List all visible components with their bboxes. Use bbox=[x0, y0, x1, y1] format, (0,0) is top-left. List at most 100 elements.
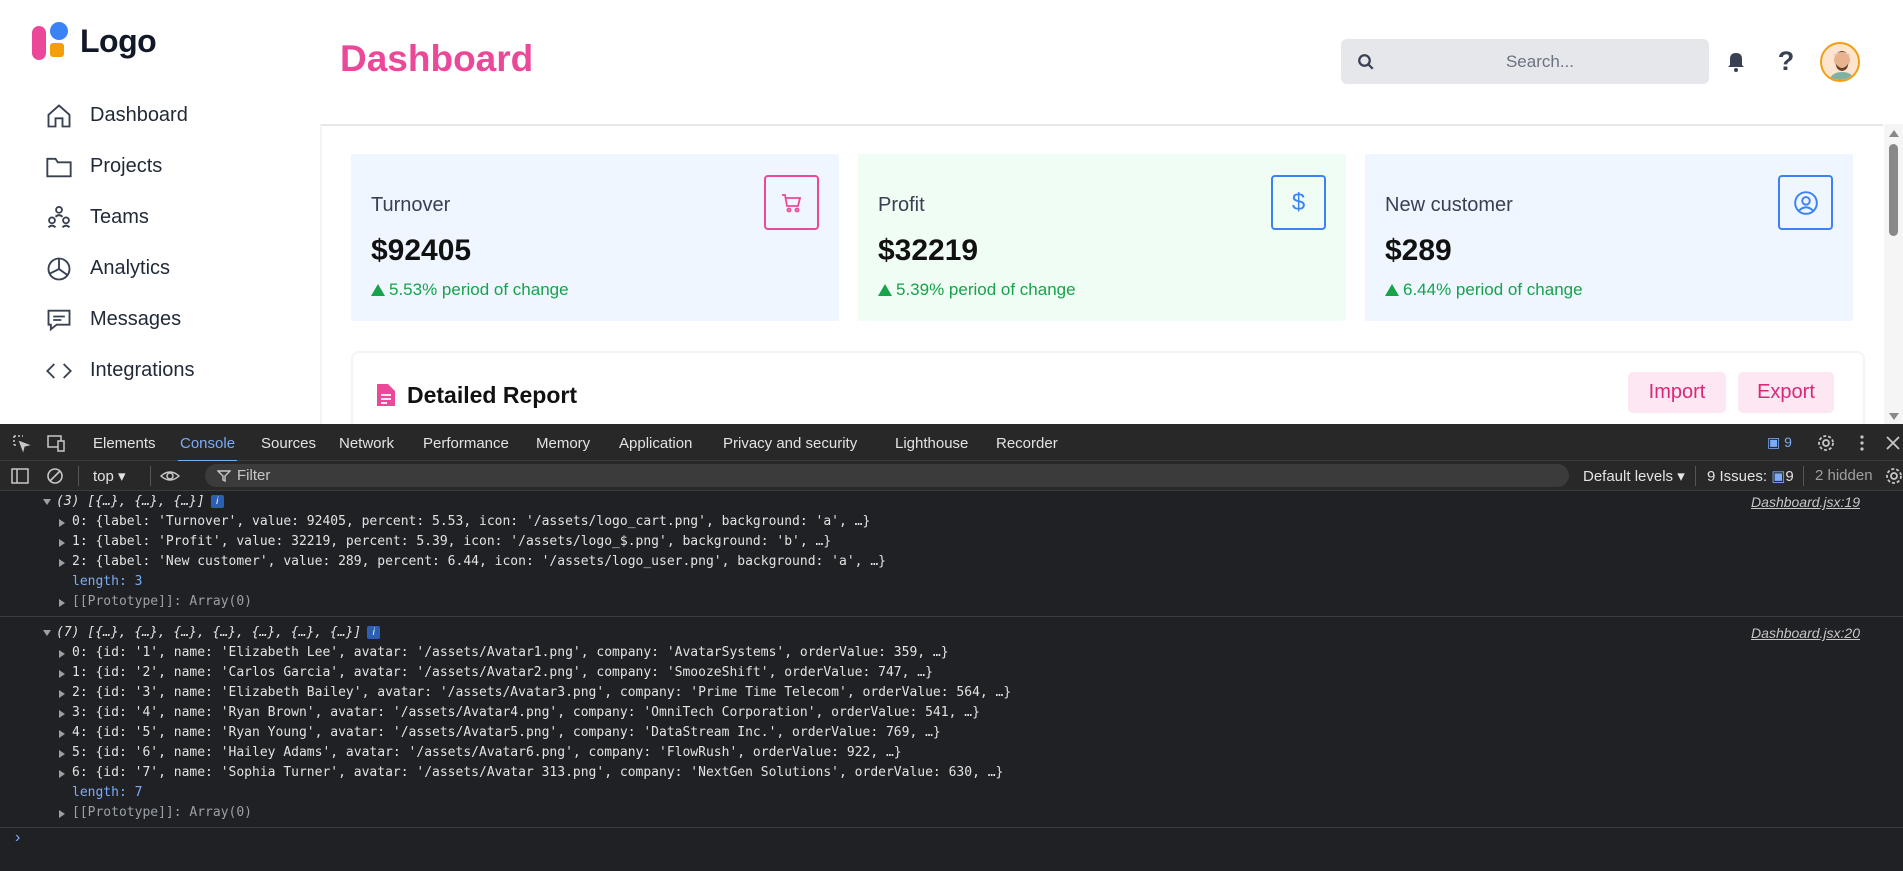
document-icon bbox=[377, 384, 395, 406]
collapse-arrow-icon[interactable] bbox=[43, 630, 51, 636]
tab-console[interactable]: Console bbox=[177, 435, 238, 462]
expand-arrow-icon[interactable] bbox=[59, 539, 65, 547]
more-options-icon[interactable] bbox=[1852, 433, 1872, 453]
close-devtools-icon[interactable] bbox=[1883, 433, 1903, 453]
source-link[interactable]: Dashboard.jsx:19 bbox=[1751, 492, 1860, 512]
sidebar-toggle-icon[interactable] bbox=[10, 466, 30, 486]
log-entry[interactable]: 6: {id: '7', name: 'Sophia Turner', avat… bbox=[0, 763, 1903, 783]
up-arrow-icon bbox=[1385, 284, 1399, 296]
log-header[interactable]: (7) [{…}, {…}, {…}, {…}, {…}, {…}, {…}] i… bbox=[0, 623, 1903, 643]
device-toolbar-icon[interactable] bbox=[46, 433, 66, 453]
issues-badge[interactable]: ▣ 9 bbox=[1767, 434, 1792, 451]
log-entry-text: 1: {id: '2', name: 'Carlos Garcia', avat… bbox=[72, 665, 933, 680]
divider bbox=[78, 466, 79, 486]
sidebar-item-analytics[interactable]: Analytics bbox=[44, 243, 195, 294]
expand-arrow-icon[interactable] bbox=[59, 559, 65, 567]
log-entry[interactable]: 2: {label: 'New customer', value: 289, p… bbox=[0, 552, 1903, 572]
stat-card-new-customer: New customer $289 6.44% period of change bbox=[1365, 154, 1853, 321]
tab-lighthouse[interactable]: Lighthouse bbox=[895, 435, 968, 452]
page-scrollbar[interactable] bbox=[1884, 124, 1903, 424]
info-icon[interactable]: i bbox=[367, 626, 381, 639]
sidebar-item-dashboard[interactable]: Dashboard bbox=[44, 90, 195, 141]
info-icon[interactable]: i bbox=[210, 495, 224, 508]
log-entry[interactable]: 4: {id: '5', name: 'Ryan Young', avatar:… bbox=[0, 723, 1903, 743]
console-settings-icon[interactable] bbox=[1884, 466, 1903, 486]
sidebar-item-label: Messages bbox=[90, 308, 182, 330]
context-selector[interactable]: top ▾ bbox=[93, 467, 126, 485]
scrollbar-thumb[interactable] bbox=[1889, 144, 1898, 236]
log-levels-dropdown[interactable]: Default levels ▾ bbox=[1583, 467, 1685, 485]
tab-sources[interactable]: Sources bbox=[261, 435, 316, 452]
log-entry-text: 3: {id: '4', name: 'Ryan Brown', avatar:… bbox=[72, 705, 980, 720]
card-change: 6.44% period of change bbox=[1385, 280, 1583, 300]
context-label: top bbox=[93, 468, 114, 485]
filter-box[interactable] bbox=[205, 464, 1569, 487]
filter-input[interactable] bbox=[237, 464, 737, 487]
inspect-element-icon[interactable] bbox=[11, 433, 31, 453]
card-label: Profit bbox=[878, 194, 925, 216]
dollar-icon: $ bbox=[1271, 175, 1326, 230]
export-button[interactable]: Export bbox=[1738, 372, 1834, 413]
settings-gear-icon[interactable] bbox=[1816, 433, 1836, 453]
console-toolbar: top ▾ Default levels ▾ 9 Issues: ▣9 2 hi… bbox=[0, 461, 1903, 491]
sidebar-item-integrations[interactable]: Integrations bbox=[44, 345, 195, 396]
log-entry-text: 0: {label: 'Turnover', value: 92405, per… bbox=[72, 514, 871, 529]
card-value: $289 bbox=[1385, 234, 1452, 267]
source-link[interactable]: Dashboard.jsx:20 bbox=[1751, 623, 1860, 643]
log-prototype[interactable]: [[Prototype]]: Array(0) bbox=[0, 592, 1903, 612]
expand-arrow-icon[interactable] bbox=[59, 710, 65, 718]
logo[interactable]: Logo bbox=[32, 22, 157, 60]
expand-arrow-icon[interactable] bbox=[59, 810, 65, 818]
log-entry-text: 5: {id: '6', name: 'Hailey Adams', avata… bbox=[72, 745, 902, 760]
sidebar-item-projects[interactable]: Projects bbox=[44, 141, 195, 192]
avatar[interactable] bbox=[1820, 42, 1860, 82]
eye-icon[interactable] bbox=[160, 466, 180, 486]
expand-arrow-icon[interactable] bbox=[59, 599, 65, 607]
devtools-panel: Elements Console Sources Network Perform… bbox=[0, 424, 1903, 871]
log-entry[interactable]: 2: {id: '3', name: 'Elizabeth Bailey', a… bbox=[0, 683, 1903, 703]
search-input[interactable] bbox=[1385, 39, 1695, 84]
sidebar-nav: Dashboard Projects Teams Analytics Messa… bbox=[44, 90, 195, 396]
log-entry[interactable]: 1: {label: 'Profit', value: 32219, perce… bbox=[0, 532, 1903, 552]
expand-arrow-icon[interactable] bbox=[59, 690, 65, 698]
search-box[interactable] bbox=[1341, 39, 1709, 84]
issues-counter[interactable]: 9 Issues: ▣9 bbox=[1707, 467, 1794, 485]
card-label: Turnover bbox=[371, 194, 451, 216]
tab-elements[interactable]: Elements bbox=[93, 435, 156, 452]
log-entry-text: 2: {label: 'New customer', value: 289, p… bbox=[72, 554, 886, 569]
expand-arrow-icon[interactable] bbox=[59, 750, 65, 758]
sidebar-item-messages[interactable]: Messages bbox=[44, 294, 195, 345]
scroll-down-icon[interactable] bbox=[1889, 413, 1899, 420]
import-button[interactable]: Import bbox=[1628, 372, 1726, 413]
console-message: (7) [{…}, {…}, {…}, {…}, {…}, {…}, {…}] i… bbox=[0, 617, 1903, 828]
expand-arrow-icon[interactable] bbox=[59, 730, 65, 738]
user-icon bbox=[1778, 175, 1833, 230]
collapse-arrow-icon[interactable] bbox=[43, 499, 51, 505]
log-header[interactable]: (3) [{…}, {…}, {…}] i Dashboard.jsx:19 bbox=[0, 492, 1903, 512]
expand-arrow-icon[interactable] bbox=[59, 670, 65, 678]
tab-memory[interactable]: Memory bbox=[536, 435, 590, 452]
tab-privacy-security[interactable]: Privacy and security bbox=[723, 435, 857, 452]
tab-performance[interactable]: Performance bbox=[423, 435, 509, 452]
sidebar-item-teams[interactable]: Teams bbox=[44, 192, 195, 243]
scroll-up-icon[interactable] bbox=[1889, 130, 1899, 137]
log-entry[interactable]: 5: {id: '6', name: 'Hailey Adams', avata… bbox=[0, 743, 1903, 763]
expand-arrow-icon[interactable] bbox=[59, 519, 65, 527]
code-icon bbox=[44, 356, 74, 386]
tab-network[interactable]: Network bbox=[339, 435, 394, 452]
tab-application[interactable]: Application bbox=[619, 435, 692, 452]
bell-icon[interactable] bbox=[1722, 47, 1750, 75]
log-entry[interactable]: 3: {id: '4', name: 'Ryan Brown', avatar:… bbox=[0, 703, 1903, 723]
tab-recorder[interactable]: Recorder bbox=[996, 435, 1058, 452]
issues-label: 9 Issues: bbox=[1707, 468, 1768, 485]
help-icon[interactable]: ? bbox=[1772, 46, 1800, 76]
log-entry[interactable]: 0: {id: '1', name: 'Elizabeth Lee', avat… bbox=[0, 643, 1903, 663]
log-header-text: (3) [{…}, {…}, {…}] bbox=[56, 494, 205, 509]
expand-arrow-icon[interactable] bbox=[59, 650, 65, 658]
log-entry[interactable]: 1: {id: '2', name: 'Carlos Garcia', avat… bbox=[0, 663, 1903, 683]
clear-console-icon[interactable] bbox=[45, 466, 65, 486]
log-prototype[interactable]: [[Prototype]]: Array(0) bbox=[0, 803, 1903, 823]
expand-arrow-icon[interactable] bbox=[59, 770, 65, 778]
console-prompt[interactable]: › bbox=[15, 829, 20, 847]
log-entry[interactable]: 0: {label: 'Turnover', value: 92405, per… bbox=[0, 512, 1903, 532]
